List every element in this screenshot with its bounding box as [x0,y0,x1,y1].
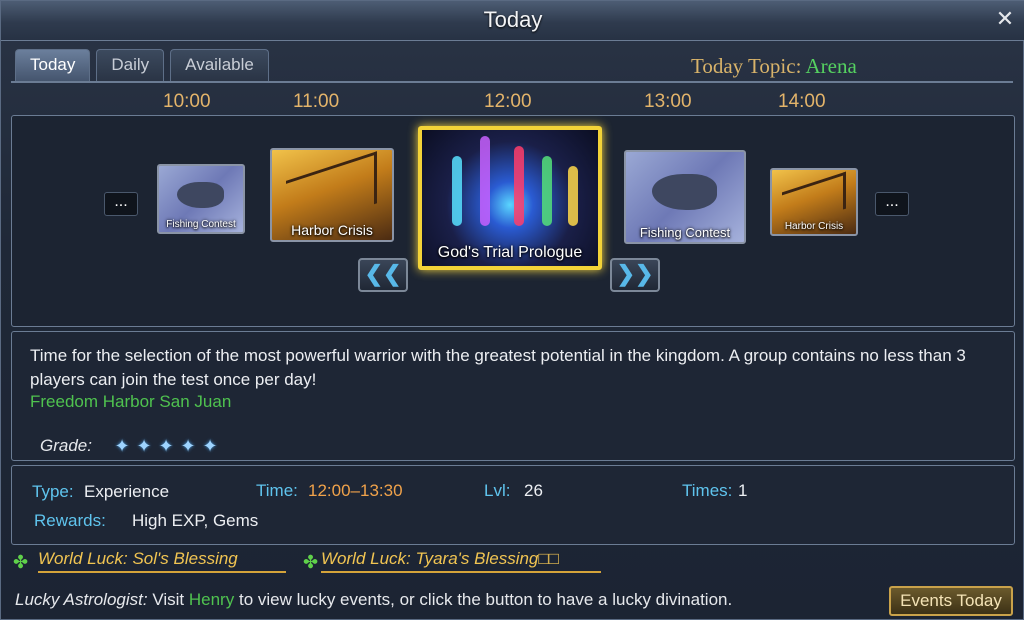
ship-icon [286,151,378,234]
light-beam-icon [568,166,578,226]
level-value: 26 [524,481,543,500]
world-luck-link[interactable]: World Luck: Tyara's Blessing□□ [321,549,601,573]
event-carousel: ... Fishing Contest Harbor Crisis God's … [11,115,1015,327]
next-event-button[interactable]: ❯❯ [610,258,660,292]
npc-link[interactable]: Henry [189,590,234,609]
prev-event-button[interactable]: ❮❮ [358,258,408,292]
grade-star-icon: ✦ [202,436,218,456]
more-right-button[interactable]: ... [875,192,909,216]
events-window: Today ✕ Today Daily Available Today Topi… [0,0,1024,620]
more-left-button[interactable]: ... [104,192,138,216]
grade-star-icon: ✦ [180,436,196,456]
events-today-button[interactable]: Events Today [889,586,1013,616]
clover-icon: ✤ [13,552,29,572]
tab-available[interactable]: Available [170,49,269,81]
tab-divider [11,81,1013,83]
event-card-label: Harbor Crisis [291,222,373,238]
times-label: Times: [682,481,733,500]
grade-star-icon: ✦ [114,436,130,456]
time-value: 12:00–13:30 [308,481,403,500]
type-value: Experience [84,482,170,501]
time-label: Time: [256,481,298,500]
clover-icon: ✤ [303,552,319,572]
event-card-harbor-crisis[interactable]: Harbor Crisis [270,148,394,242]
time-label: 10:00 [163,91,211,112]
tab-today[interactable]: Today [15,49,91,81]
time-label: 14:00 [778,91,826,112]
timeline: 10:00 11:00 12:00 13:00 14:00 [1,91,1024,115]
event-card-label: Harbor Crisis [784,221,844,232]
grade-star-icon: ✦ [136,436,152,456]
event-card-fishing-contest[interactable]: Fishing Contest [157,164,245,234]
light-beam-icon [480,136,490,226]
fish-icon [177,181,224,209]
light-beam-icon [542,156,552,226]
grade-stars: ✦ ✦ ✦ ✦ ✦ [112,436,220,456]
footer-text-post: to view lucky events, or click the butto… [238,590,733,609]
close-icon[interactable]: ✕ [993,7,1017,31]
rewards-label: Rewards: [34,511,106,530]
today-topic-label: Today Topic: [691,54,802,78]
tab-bar: Today Daily Available [15,49,269,81]
event-card-gods-trial-prologue[interactable]: God's Trial Prologue [418,126,602,270]
event-card-harbor-crisis[interactable]: Harbor Crisis [770,168,858,236]
event-card-fishing-contest[interactable]: Fishing Contest [624,150,746,244]
today-topic-value: Arena [805,54,857,78]
type-label: Type: [32,482,74,501]
fish-icon [651,173,717,210]
level-label: Lvl: [484,481,511,500]
footer-text-pre: Visit [152,590,185,609]
title-bar: Today ✕ [1,1,1024,41]
today-topic: Today Topic: Arena [691,54,857,79]
time-label: 12:00 [484,91,532,112]
event-card-label: God's Trial Prologue [437,244,583,261]
event-card-label: Fishing Contest [166,219,236,230]
light-beam-icon [514,146,524,226]
grade-label: Grade: [40,436,92,455]
rewards-value: High EXP, Gems [132,511,259,530]
event-details-panel: Type: Experience Time: 12:00–13:30 Lvl: … [11,465,1015,545]
event-description: Time for the selection of the most power… [30,346,966,389]
lucky-astrologist-bar: Lucky Astrologist: Visit Henry to view l… [15,590,732,610]
event-card-label: Fishing Contest [639,225,731,240]
times-value: 1 [738,481,748,500]
window-title: Today [483,7,543,32]
grade-star-icon: ✦ [158,436,174,456]
light-beam-icon [452,156,462,226]
world-luck-link[interactable]: World Luck: Sol's Blessing [38,549,286,573]
event-location: Freedom Harbor San Juan [30,392,232,411]
tab-daily[interactable]: Daily [96,49,165,81]
time-label: 11:00 [293,91,340,112]
event-description-panel: Time for the selection of the most power… [11,331,1015,461]
astrologist-label: Lucky Astrologist: [15,590,148,609]
time-label: 13:00 [644,91,692,112]
